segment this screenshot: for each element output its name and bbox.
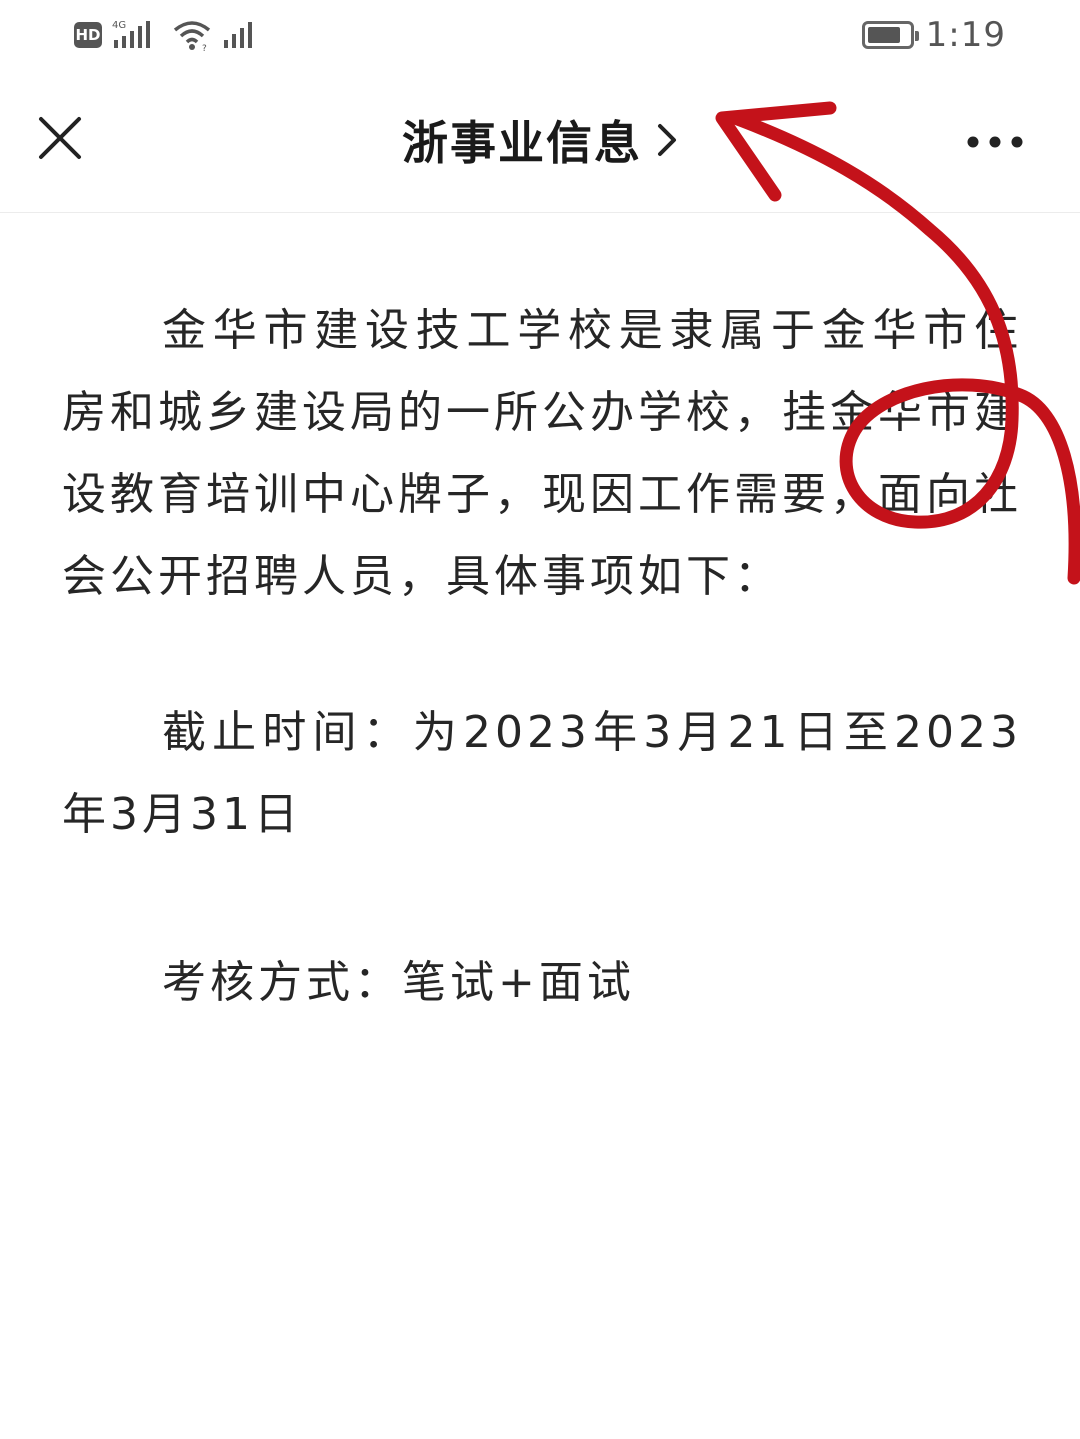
- hd-badge: HD: [74, 22, 102, 48]
- status-icons-right: 1:19: [861, 14, 1006, 56]
- intro-paragraph: 金华市建设技工学校是隶属于金华市住房和城乡建设局的一所公办学校，挂金华市建设教育…: [62, 305, 1022, 602]
- clock: 1:19: [925, 15, 1006, 55]
- more-icon: [967, 136, 1023, 148]
- deadline-paragraph: 截止时间：为2023年3月21日至2023年3月31日: [62, 707, 1022, 840]
- svg-text:?: ?: [202, 44, 207, 52]
- article-body: 金华市建设技工学校是隶属于金华市住房和城乡建设局的一所公办学校，挂金华市建设教育…: [62, 290, 1022, 1098]
- status-bar: HD 4G ? 1:19: [0, 0, 1080, 72]
- signal-icon: [224, 22, 252, 48]
- wifi-icon: ?: [173, 21, 211, 52]
- nav-bar: 浙事业信息: [0, 72, 1080, 213]
- chevron-right-icon: [658, 124, 676, 156]
- battery-level: [867, 27, 900, 43]
- account-title-link[interactable]: 浙事业信息: [0, 110, 1080, 170]
- signal-4g-icon: 4G: [112, 20, 150, 48]
- assessment-paragraph: 考核方式：笔试+面试: [162, 957, 635, 1008]
- more-button[interactable]: [960, 122, 1030, 162]
- network-type-label: 4G: [112, 20, 126, 31]
- status-icons-left: HD 4G ?: [74, 18, 254, 52]
- page-title: 浙事业信息: [402, 116, 642, 170]
- battery-icon: [861, 21, 919, 49]
